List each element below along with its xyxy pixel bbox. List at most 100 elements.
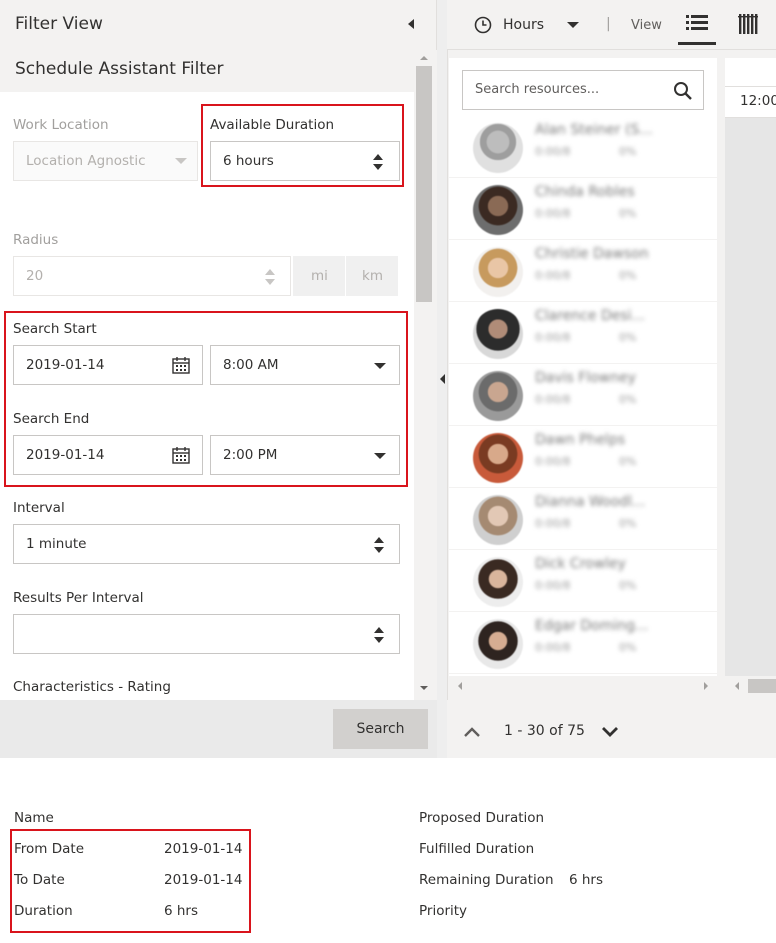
stepper-icon (373, 154, 383, 170)
resource-list-hscrollbar[interactable] (449, 676, 717, 696)
search-end-time-select[interactable]: 2:00 PM (210, 435, 400, 475)
search-start-time-value: 8:00 AM (223, 357, 279, 373)
hours-dropdown-label[interactable]: Hours (503, 17, 544, 33)
avatar (473, 309, 523, 359)
to-date-value: 2019-01-14 (164, 872, 243, 888)
resource-utilization: 0% (619, 579, 637, 592)
toolbar-separator: | (606, 16, 611, 32)
available-duration-value: 6 hours (223, 153, 274, 169)
filter-form: Work Location Location Agnostic Availabl… (0, 92, 414, 700)
remaining-duration-value: 6 hrs (569, 872, 604, 888)
search-end-date-input[interactable]: 2019-01-14 (13, 435, 203, 475)
from-date-value: 2019-01-14 (164, 841, 243, 857)
resource-name: Dawn Phelps (535, 432, 626, 448)
resource-name: Christie Dawson (535, 246, 649, 262)
resource-name: Chinda Robles (535, 184, 635, 200)
scroll-up-icon[interactable] (419, 54, 429, 62)
schedule-timeline[interactable] (725, 58, 776, 676)
resource-hours: 0:00/8 (535, 517, 571, 530)
resource-utilization: 0% (619, 393, 637, 406)
from-date-label: From Date (14, 841, 85, 857)
list-view-active-indicator (678, 42, 716, 45)
timeline-header-divider (725, 86, 776, 87)
search-end-time-value: 2:00 PM (223, 447, 278, 463)
proposed-duration-label: Proposed Duration (419, 810, 545, 826)
resource-hours: 0:00/8 (535, 641, 571, 654)
work-location-label: Work Location (13, 117, 109, 133)
interval-value: 1 minute (26, 536, 87, 552)
resource-name: Davis Flowney (535, 370, 637, 386)
resource-utilization: 0% (619, 641, 637, 654)
radius-input: 20 (13, 256, 291, 296)
resource-row[interactable]: Dawn Phelps 0:00/8 0% (449, 426, 717, 488)
resource-hours: 0:00/8 (535, 145, 571, 158)
scroll-down-icon[interactable] (419, 684, 429, 692)
search-icon[interactable] (673, 81, 693, 101)
search-start-date-value: 2019-01-14 (26, 357, 105, 373)
avatar (473, 557, 523, 607)
to-date-label: To Date (14, 872, 65, 888)
search-start-date-input[interactable]: 2019-01-14 (13, 345, 203, 385)
name-label: Name (14, 810, 54, 826)
column-view-icon[interactable] (738, 14, 758, 34)
calendar-icon[interactable] (172, 446, 190, 464)
filter-scroll-thumb[interactable] (416, 66, 432, 302)
stepper-icon (374, 627, 384, 643)
scroll-left-icon[interactable] (456, 681, 464, 691)
search-start-label: Search Start (13, 321, 97, 337)
resource-utilization: 0% (619, 517, 637, 530)
collapse-left-icon[interactable] (404, 16, 416, 32)
avatar (473, 185, 523, 235)
characteristics-rating-label: Characteristics - Rating (13, 679, 171, 695)
resource-row[interactable]: Dick Crowley 0:00/8 0% (449, 550, 717, 612)
duration-value: 6 hrs (164, 903, 199, 919)
resource-row[interactable]: Christie Dawson 0:00/8 0% (449, 240, 717, 302)
avatar (473, 123, 523, 173)
resource-row[interactable]: Chinda Robles 0:00/8 0% (449, 178, 717, 240)
pager-range: 1 - 30 of 75 (504, 723, 585, 739)
caret-down-icon (374, 363, 386, 369)
avatar (473, 371, 523, 421)
resource-row[interactable]: Dianna Woodl... 0:00/8 0% (449, 488, 717, 550)
list-view-icon[interactable] (686, 14, 708, 32)
stepper-icon (265, 269, 275, 285)
radius-unit-mi-button: mi (293, 256, 345, 296)
resource-row[interactable]: Alan Steiner (S... 0:00/8 0% (449, 116, 717, 178)
scroll-left-icon[interactable] (733, 681, 741, 691)
available-duration-select[interactable]: 6 hours (210, 141, 400, 181)
resource-utilization: 0% (619, 207, 637, 220)
caret-down-icon (374, 453, 386, 459)
resource-name: Clarence Desi... (535, 308, 645, 324)
timeline-scroll-thumb[interactable] (748, 679, 776, 693)
resource-name: Dianna Woodl... (535, 494, 646, 510)
collapse-left-icon[interactable] (438, 373, 446, 385)
caret-down-icon[interactable] (566, 20, 580, 30)
avatar (473, 619, 523, 669)
view-label: View (631, 18, 662, 33)
resource-row[interactable]: Clarence Desi... 0:00/8 0% (449, 302, 717, 364)
resource-name: Alan Steiner (S... (535, 122, 653, 138)
interval-select[interactable]: 1 minute (13, 524, 400, 564)
duration-label: Duration (14, 903, 73, 919)
resource-utilization: 0% (619, 269, 637, 282)
chevron-down-icon[interactable] (601, 726, 619, 738)
timeline-header (725, 58, 776, 118)
filter-view-title: Filter View (15, 14, 103, 34)
resource-hours: 0:00/8 (535, 207, 571, 220)
search-start-time-select[interactable]: 8:00 AM (210, 345, 400, 385)
resource-name: Dick Crowley (535, 556, 626, 572)
search-button[interactable]: Search (333, 709, 428, 749)
results-per-interval-label: Results Per Interval (13, 590, 144, 606)
scroll-right-icon[interactable] (702, 681, 710, 691)
chevron-up-icon[interactable] (463, 726, 481, 738)
avatar (473, 495, 523, 545)
caret-down-icon (175, 158, 187, 164)
results-per-interval-select[interactable] (13, 614, 400, 654)
resource-row[interactable]: Edgar Doming... 0:00/8 0% (449, 612, 717, 674)
resource-hours: 0:00/8 (535, 269, 571, 282)
clock-icon[interactable] (474, 16, 492, 34)
calendar-icon[interactable] (172, 356, 190, 374)
timeline-time-label: 12:00 (740, 93, 776, 109)
resource-row[interactable]: Davis Flowney 0:00/8 0% (449, 364, 717, 426)
work-location-select: Location Agnostic (13, 141, 198, 181)
